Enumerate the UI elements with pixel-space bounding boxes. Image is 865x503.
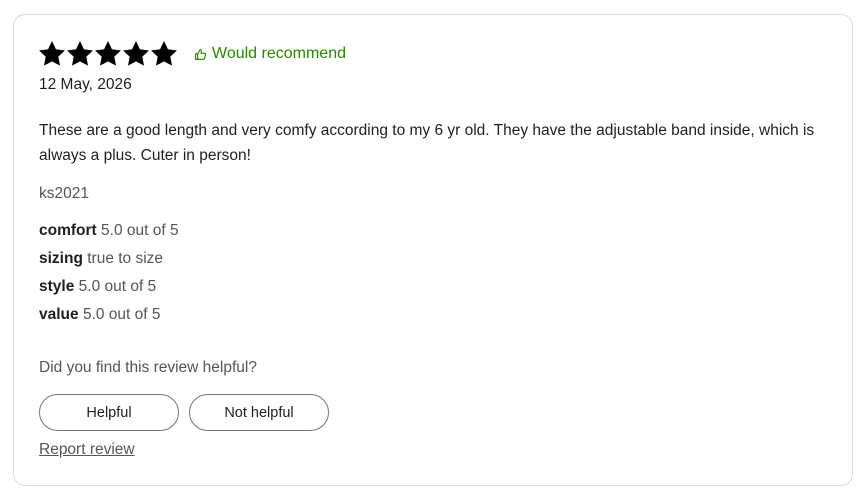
review-date: 12 May, 2026 [39,76,132,93]
star-icon [39,41,65,66]
review-text: These are a good length and very comfy a… [39,122,815,164]
star-icon [95,41,121,66]
recommend-label: Would recommend [212,45,346,62]
attribute-key: sizing [39,250,83,267]
star-rating [39,41,179,67]
attribute-key: style [39,278,75,295]
attribute-style: style 5.0 out of 5 [39,273,179,301]
feedback-buttons: Helpful Not helpful [39,394,339,431]
not-helpful-button[interactable]: Not helpful [189,394,329,431]
attribute-comfort: comfort 5.0 out of 5 [39,217,179,245]
review-author: ks2021 [39,185,89,202]
attribute-key: value [39,306,79,323]
attribute-value: 5.0 out of 5 [78,278,157,295]
attribute-value: true to size [87,250,164,267]
review-attributes: comfort 5.0 out of 5 sizing true to size… [39,217,179,329]
star-icon [123,41,149,66]
star-icon [151,41,177,66]
helpful-question: Did you find this review helpful? [39,359,257,376]
thumbs-up-icon [195,48,207,60]
review-card: Would recommend 12 May, 2026 These are a… [13,14,853,486]
helpful-button[interactable]: Helpful [39,394,179,431]
recommend-badge: Would recommend [194,45,346,63]
star-icon [67,41,93,66]
attribute-key: comfort [39,222,97,239]
rating-row: Would recommend [39,41,346,67]
report-review-link[interactable]: Report review [39,441,135,459]
attribute-value-rating: value 5.0 out of 5 [39,301,179,329]
attribute-value: 5.0 out of 5 [82,306,161,323]
attribute-sizing: sizing true to size [39,245,179,273]
attribute-value: 5.0 out of 5 [101,222,179,239]
